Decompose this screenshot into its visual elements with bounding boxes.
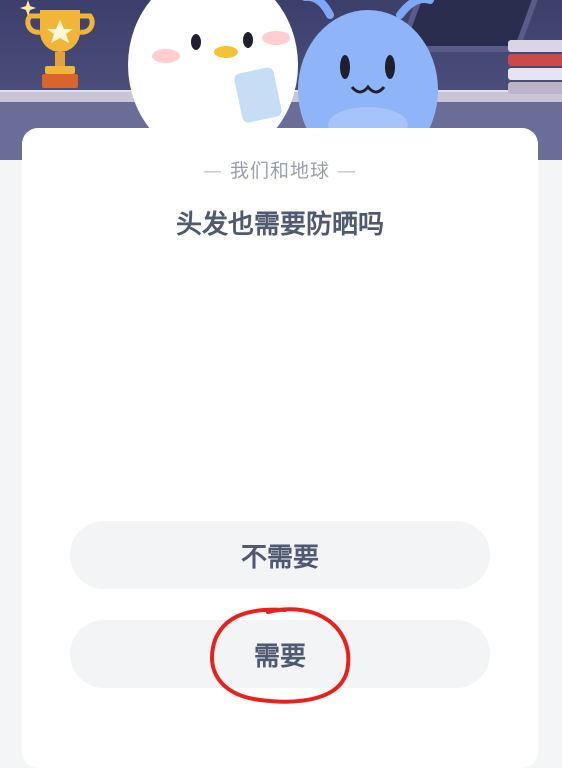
category-label: — 我们和地球 — bbox=[202, 160, 358, 182]
question-text: 头发也需要防晒吗 bbox=[175, 210, 384, 240]
answer-label: 需要 bbox=[253, 641, 306, 672]
answer-option-no[interactable]: 不需要 bbox=[70, 521, 490, 589]
trophy-icon bbox=[20, 0, 95, 88]
category-text: 我们和地球 bbox=[229, 160, 330, 182]
answer-label: 不需要 bbox=[240, 542, 319, 573]
book-stack bbox=[508, 40, 562, 96]
answer-option-yes[interactable]: 需要 bbox=[70, 620, 490, 688]
quiz-card: — 我们和地球 — 头发也需要防晒吗 不需要 需要 bbox=[22, 128, 538, 768]
